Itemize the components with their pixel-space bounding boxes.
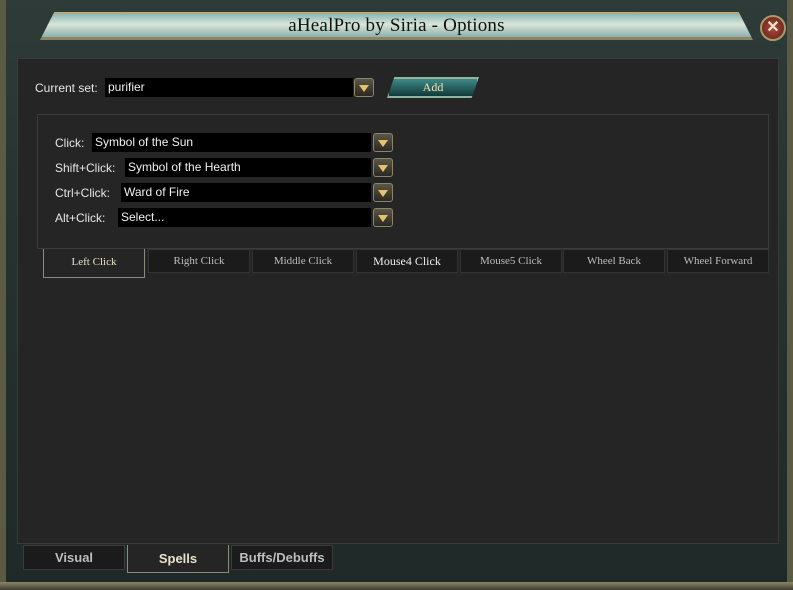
current-set-label: Current set: bbox=[35, 81, 98, 95]
chevron-down-icon[interactable] bbox=[373, 183, 393, 202]
alt-click-label: Alt+Click: bbox=[55, 211, 106, 225]
tab-wheel-back[interactable]: Wheel Back bbox=[563, 249, 665, 273]
tab-middle-click[interactable]: Middle Click bbox=[252, 249, 354, 273]
tab-right-click[interactable]: Right Click bbox=[148, 249, 250, 273]
title-bar[interactable]: aHealPro by Siria - Options bbox=[40, 12, 753, 40]
alt-click-spell-select[interactable]: Select... bbox=[118, 208, 371, 227]
chevron-down-icon[interactable] bbox=[373, 208, 393, 227]
ctrl-click-spell-select[interactable]: Ward of Fire bbox=[121, 183, 371, 202]
close-button[interactable]: ✕ bbox=[760, 15, 786, 41]
frame-bottom-border bbox=[0, 582, 793, 590]
chevron-down-icon[interactable] bbox=[373, 133, 393, 152]
tab-buffs-debuffs[interactable]: Buffs/Debuffs bbox=[231, 545, 333, 570]
current-set-input[interactable]: purifier bbox=[105, 78, 353, 97]
x-icon: ✕ bbox=[766, 19, 780, 36]
ctrl-click-label: Ctrl+Click: bbox=[55, 186, 111, 200]
tab-visual[interactable]: Visual bbox=[23, 545, 125, 570]
click-label: Click: bbox=[55, 136, 85, 150]
tab-mouse4-click[interactable]: Mouse4 Click bbox=[356, 249, 458, 273]
tab-left-click[interactable]: Left Click bbox=[43, 249, 145, 278]
add-button[interactable]: Add bbox=[387, 77, 479, 98]
chevron-down-icon[interactable] bbox=[373, 158, 393, 177]
tab-wheel-forward[interactable]: Wheel Forward bbox=[667, 249, 769, 273]
shift-click-spell-select[interactable]: Symbol of the Hearth bbox=[125, 158, 371, 177]
tab-spells[interactable]: Spells bbox=[127, 545, 229, 573]
tab-mouse5-click[interactable]: Mouse5 Click bbox=[460, 249, 562, 273]
shift-click-label: Shift+Click: bbox=[55, 161, 116, 175]
click-spell-select[interactable]: Symbol of the Sun bbox=[92, 133, 371, 152]
current-set-dropdown-icon[interactable] bbox=[354, 78, 374, 97]
window-title: aHealPro by Siria - Options bbox=[288, 14, 505, 36]
